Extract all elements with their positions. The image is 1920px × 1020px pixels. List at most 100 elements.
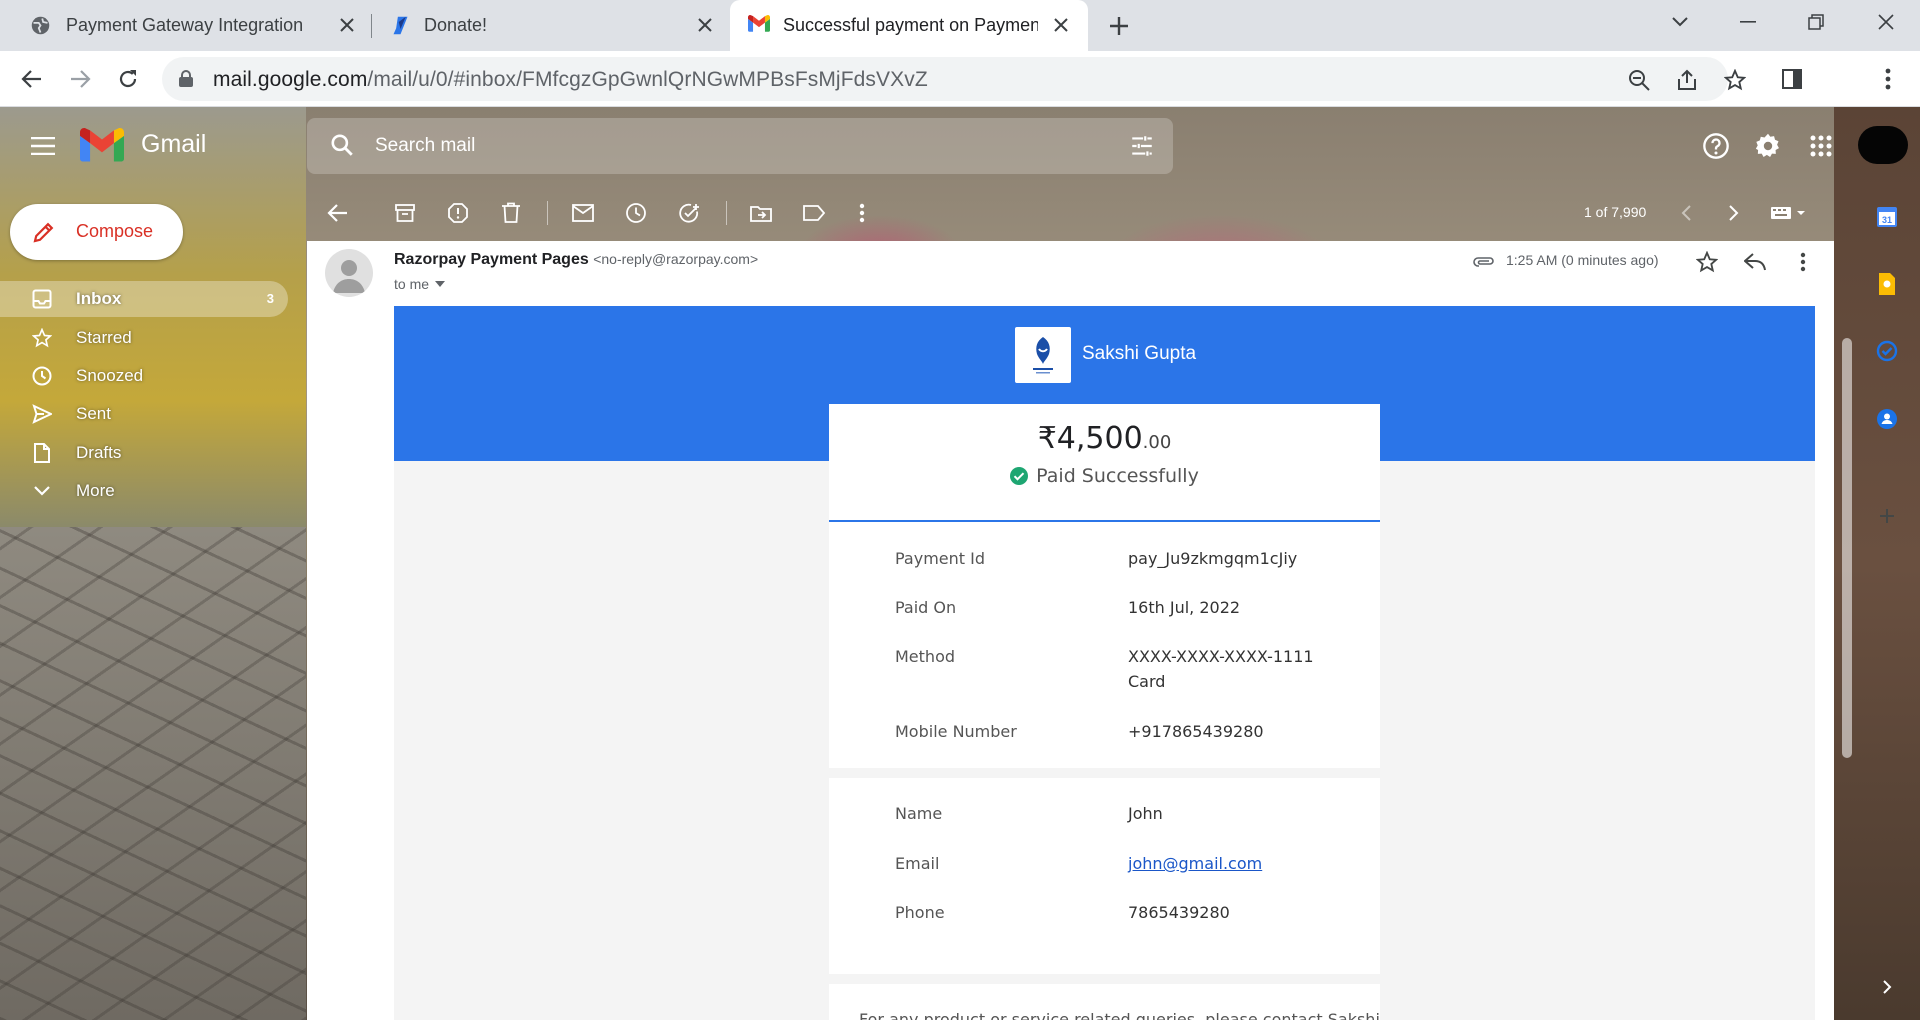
input-tools-icon[interactable]	[1768, 200, 1812, 226]
nav-label: Starred	[76, 328, 132, 347]
compose-button[interactable]: Compose	[10, 204, 183, 260]
detail-label: Mobile Number	[895, 722, 1017, 741]
close-tab-icon[interactable]	[1050, 14, 1072, 36]
unread-count: 3	[266, 291, 274, 306]
archive-icon[interactable]	[392, 200, 418, 226]
mobile-number-value: +917865439280	[1128, 722, 1264, 741]
scrollbar[interactable]	[1842, 338, 1852, 758]
account-avatar[interactable]	[1858, 126, 1908, 164]
nav-item-drafts[interactable]: Drafts	[0, 435, 288, 471]
message-more-icon[interactable]	[1789, 248, 1817, 276]
get-addons-plus-icon[interactable]	[1874, 503, 1900, 529]
customer-label: Email	[895, 854, 940, 873]
close-tab-icon[interactable]	[336, 14, 358, 36]
reload-icon[interactable]	[112, 63, 144, 95]
apps-grid-icon[interactable]	[1804, 129, 1838, 163]
address-bar[interactable]: mail.google.com/mail/u/0/#inbox/FMfcgzGp…	[162, 57, 1746, 101]
clock-icon	[32, 366, 52, 386]
tab-payment-gateway[interactable]: Payment Gateway Integration	[0, 0, 370, 51]
report-spam-icon[interactable]	[445, 200, 471, 226]
tasks-icon[interactable]	[1874, 338, 1900, 364]
nav-label: Inbox	[76, 289, 122, 308]
forward-icon[interactable]	[64, 63, 96, 95]
tab-gmail-active[interactable]: Successful payment on Payment	[730, 0, 1088, 51]
move-to-icon[interactable]	[748, 200, 774, 226]
new-tab-button[interactable]	[1106, 13, 1132, 39]
search-options-icon[interactable]	[1129, 133, 1155, 159]
sender-line: Razorpay Payment Pages <no-reply@razorpa…	[394, 251, 758, 269]
browser-tab-strip: Payment Gateway Integration Donate! Succ…	[0, 0, 1920, 51]
payment-id-value: pay_Ju9zkmgqm1cJiy	[1128, 549, 1298, 568]
contacts-icon[interactable]	[1874, 406, 1900, 432]
footer-text: For any product or service related queri…	[859, 1010, 1380, 1020]
customer-label: Name	[895, 804, 943, 823]
merchant-name: Sakshi Gupta	[1082, 343, 1197, 364]
nav-item-starred[interactable]: Starred	[0, 320, 288, 356]
nav-item-sent[interactable]: Sent	[0, 396, 288, 432]
main-menu-icon[interactable]	[28, 131, 58, 161]
restore-window-icon[interactable]	[1782, 0, 1850, 44]
method-type-value: Card	[1128, 672, 1166, 691]
nav-item-inbox[interactable]: Inbox 3	[0, 281, 288, 317]
recipients-toggle[interactable]: to me	[394, 276, 446, 292]
settings-gear-icon[interactable]	[1751, 129, 1785, 163]
customer-email-link[interactable]: john@gmail.com	[1128, 851, 1262, 876]
mark-unread-icon[interactable]	[570, 200, 596, 226]
help-icon[interactable]	[1699, 129, 1733, 163]
expand-panel-icon[interactable]	[1874, 974, 1900, 1000]
minimize-window-icon[interactable]	[1714, 0, 1782, 44]
search-icon[interactable]	[329, 132, 355, 158]
search-bar[interactable]: Search mail	[307, 118, 1173, 174]
customer-phone-value: 7865439280	[1128, 903, 1230, 922]
search-input[interactable]: Search mail	[375, 135, 475, 157]
browser-menu-icon[interactable]	[1872, 63, 1904, 95]
star-message-icon[interactable]	[1693, 248, 1721, 276]
tab-title: Donate!	[424, 15, 488, 35]
amount-decimal: .00	[1142, 432, 1172, 453]
sender-avatar[interactable]	[325, 249, 373, 297]
message-pager: 1 of 7,990	[1584, 204, 1647, 220]
label-icon[interactable]	[801, 200, 827, 226]
nav-item-more[interactable]: More	[0, 473, 288, 509]
delete-icon[interactable]	[498, 200, 524, 226]
toolbar-divider	[547, 201, 548, 225]
back-icon[interactable]	[16, 63, 48, 95]
share-icon[interactable]	[1674, 67, 1700, 93]
close-tab-icon[interactable]	[694, 14, 716, 36]
payment-amount: ₹4,500.00	[829, 421, 1380, 456]
gmail-logo-text[interactable]: Gmail	[141, 130, 206, 159]
nav-label: Snoozed	[76, 366, 144, 385]
back-to-inbox-icon[interactable]	[325, 200, 351, 226]
sender-email[interactable]: <no-reply@razorpay.com>	[593, 251, 758, 267]
zoom-icon[interactable]	[1626, 67, 1652, 93]
nav-item-snoozed[interactable]: Snoozed	[0, 358, 288, 394]
browser-toolbar: mail.google.com/mail/u/0/#inbox/FMfcgzGp…	[0, 51, 1920, 107]
url-text[interactable]: mail.google.com/mail/u/0/#inbox/FMfcgzGp…	[213, 68, 928, 92]
gmail-icon	[748, 15, 770, 36]
lock-icon[interactable]	[178, 70, 194, 88]
tab-donate[interactable]: Donate!	[360, 0, 730, 51]
side-panel-icon[interactable]	[1776, 63, 1808, 95]
keep-icon[interactable]	[1874, 271, 1900, 297]
gmail-logo-icon[interactable]	[80, 128, 124, 162]
tab-title: Successful payment on Payment	[783, 15, 1038, 35]
bookmark-star-icon[interactable]	[1722, 67, 1748, 93]
sender-name[interactable]: Razorpay Payment Pages	[394, 251, 589, 268]
attachment-icon	[1470, 248, 1498, 276]
tab-search-icon[interactable]	[1646, 0, 1714, 44]
calendar-icon[interactable]: 31	[1874, 204, 1900, 230]
payment-summary-card	[829, 404, 1380, 768]
compose-label: Compose	[76, 221, 154, 241]
method-value: XXXX-XXXX-XXXX-1111	[1128, 647, 1314, 666]
close-window-icon[interactable]	[1852, 0, 1920, 44]
merchant-logo-icon	[1015, 327, 1071, 383]
more-options-icon[interactable]	[849, 200, 875, 226]
snooze-icon[interactable]	[623, 200, 649, 226]
newer-message-icon[interactable]	[1673, 200, 1699, 226]
reply-icon[interactable]	[1741, 248, 1769, 276]
check-circle-icon	[1010, 467, 1029, 485]
add-to-tasks-icon[interactable]	[676, 200, 702, 226]
detail-label: Paid On	[895, 598, 957, 617]
older-message-icon[interactable]	[1721, 200, 1747, 226]
status-text: Paid Successfully	[1036, 465, 1199, 487]
